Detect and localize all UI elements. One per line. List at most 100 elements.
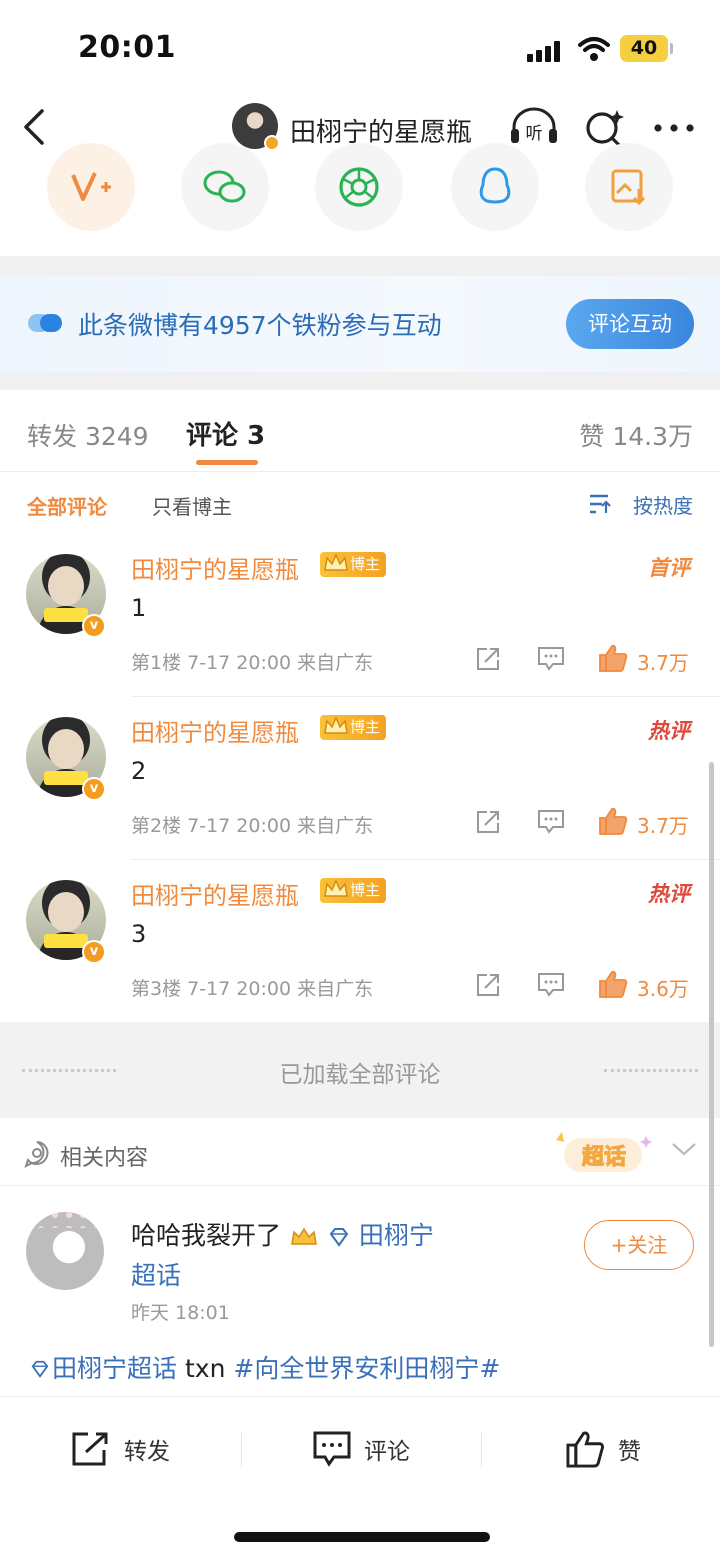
comment-item: v 田栩宁的星愿瓶 博主 首评 1 第1楼 7-17 20:00 来自广东 3.…	[0, 534, 720, 697]
comment-item: v 田栩宁的星愿瓶 博主 热评 3 第3楼 7-17 20:00 来自广东 3.…	[0, 860, 720, 1023]
comment-author[interactable]: 田栩宁的星愿瓶	[131, 876, 299, 911]
verified-badge-icon: v	[82, 777, 106, 801]
like-icon[interactable]	[597, 642, 629, 674]
sort-by-hot[interactable]: 按热度	[633, 490, 693, 519]
like-icon[interactable]	[597, 805, 629, 837]
chevron-down-icon[interactable]	[670, 1140, 698, 1158]
reply-icon[interactable]	[537, 646, 565, 672]
fans-icon	[28, 314, 62, 332]
share-icon[interactable]	[475, 972, 501, 998]
share-row	[0, 143, 720, 253]
tab-likes[interactable]: 赞 14.3万	[579, 417, 693, 453]
comment-author[interactable]: 田栩宁的星愿瓶	[131, 713, 299, 748]
owner-badge: 博主	[320, 715, 387, 740]
share-icon[interactable]	[475, 646, 501, 672]
filter-all-comments[interactable]: 全部评论	[27, 491, 107, 520]
comment-interact-button[interactable]: 评论互动	[566, 299, 694, 349]
back-icon[interactable]	[20, 105, 50, 149]
active-tab-indicator	[196, 460, 258, 465]
diamond-icon	[31, 1360, 49, 1378]
follow-button[interactable]: +关注	[584, 1220, 694, 1270]
post-body: 哈哈我裂开了	[131, 1221, 282, 1250]
hot-comment-tag: 热评	[648, 719, 690, 743]
status-bar: 20:01 40	[0, 0, 720, 95]
repost-button[interactable]: 转发	[70, 1429, 170, 1469]
verified-badge-icon: v	[82, 940, 106, 964]
like-label: 赞	[618, 1439, 641, 1465]
hot-comment-tag: 热评	[648, 882, 690, 906]
status-time: 20:01	[78, 30, 176, 65]
comment-text: 3	[131, 920, 147, 948]
related-content-header: 相关内容 超话	[0, 1118, 720, 1186]
verified-badge-icon	[264, 135, 280, 151]
comment-icon	[313, 1431, 351, 1467]
filter-owner-only[interactable]: 只看博主	[152, 491, 232, 520]
comment-text: 2	[131, 757, 147, 785]
like-count: 3.7万	[637, 814, 689, 838]
crown-icon	[324, 716, 348, 734]
scrollbar[interactable]	[709, 762, 714, 1347]
divider	[604, 1069, 698, 1072]
crown-icon	[291, 1227, 317, 1245]
hashtag-link[interactable]: #向全世界安利田栩宁#	[233, 1354, 500, 1383]
crown-icon	[324, 879, 348, 897]
share-icon[interactable]	[475, 809, 501, 835]
like-count: 3.7万	[637, 651, 689, 675]
topic-link-suffix[interactable]: 超话	[131, 1261, 181, 1290]
topic-link[interactable]: 田栩宁	[359, 1221, 434, 1250]
reply-icon[interactable]	[537, 972, 565, 998]
comment-author[interactable]: 田栩宁的星愿瓶	[131, 550, 299, 585]
tag-plain-text: txn	[184, 1354, 226, 1383]
like-count: 3.6万	[637, 977, 689, 1001]
tab-repost[interactable]: 转发 3249	[27, 417, 149, 453]
like-icon[interactable]	[597, 968, 629, 1000]
owner-badge-label: 博主	[350, 881, 381, 899]
nav-title[interactable]: 田栩宁的星愿瓶	[290, 112, 472, 149]
vplus-share-icon[interactable]	[47, 143, 135, 231]
chaohua-tag-link[interactable]: 田栩宁超话	[52, 1354, 177, 1383]
related-post: 哈哈我裂开了 田栩宁 超话 昨天 18:01 +关注 田栩宁超话 txn #向全…	[0, 1186, 720, 1396]
crown-icon	[324, 553, 348, 571]
qq-share-icon[interactable]	[451, 143, 539, 231]
wifi-icon	[578, 37, 610, 61]
nav-avatar[interactable]	[232, 103, 280, 151]
first-comment-tag: 首评	[648, 556, 690, 580]
comment-meta: 第2楼 7-17 20:00 来自广东	[131, 815, 374, 837]
battery-tip	[670, 43, 673, 54]
comment-text: 1	[131, 594, 147, 622]
verified-badge-icon: v	[82, 614, 106, 638]
like-button[interactable]: 赞	[564, 1429, 641, 1469]
divider	[241, 1433, 242, 1467]
divider	[481, 1433, 482, 1467]
related-content-title: 相关内容	[60, 1146, 149, 1171]
post-time: 昨天 18:01	[131, 1302, 230, 1324]
reply-icon[interactable]	[537, 809, 565, 835]
all-loaded-footer: 已加载全部评论	[0, 1022, 720, 1118]
owner-badge: 博主	[320, 552, 387, 577]
all-loaded-text: 已加载全部评论	[279, 1062, 441, 1088]
repost-icon	[72, 1432, 108, 1466]
fans-banner[interactable]: 此条微博有4957个铁粉参与互动 评论互动	[0, 276, 720, 372]
chaohua-badge-icon[interactable]: 超话	[552, 1130, 660, 1176]
owner-badge: 博主	[320, 878, 387, 903]
bottom-action-bar: 转发 评论 赞	[0, 1396, 720, 1559]
comment-button[interactable]: 评论	[312, 1429, 410, 1469]
listen-icon[interactable]: 听	[508, 105, 560, 149]
home-indicator[interactable]	[234, 1532, 490, 1542]
tab-comments[interactable]: 评论 3	[186, 415, 265, 452]
owner-badge-label: 博主	[350, 555, 381, 573]
more-icon[interactable]	[653, 123, 695, 133]
battery-indicator: 40	[620, 35, 668, 62]
diamond-icon	[329, 1228, 349, 1247]
thumbs-up-icon	[566, 1431, 605, 1468]
sort-icon[interactable]	[588, 493, 612, 515]
section-gap	[0, 256, 720, 276]
comment-meta: 第1楼 7-17 20:00 来自广东	[131, 652, 374, 674]
related-content-icon	[24, 1141, 49, 1168]
save-image-share-icon[interactable]	[585, 143, 673, 231]
wechat-share-icon[interactable]	[181, 143, 269, 231]
section-gap	[0, 372, 720, 390]
moments-share-icon[interactable]	[315, 143, 403, 231]
comment-label: 评论	[364, 1439, 410, 1465]
avatar[interactable]	[26, 1212, 104, 1290]
